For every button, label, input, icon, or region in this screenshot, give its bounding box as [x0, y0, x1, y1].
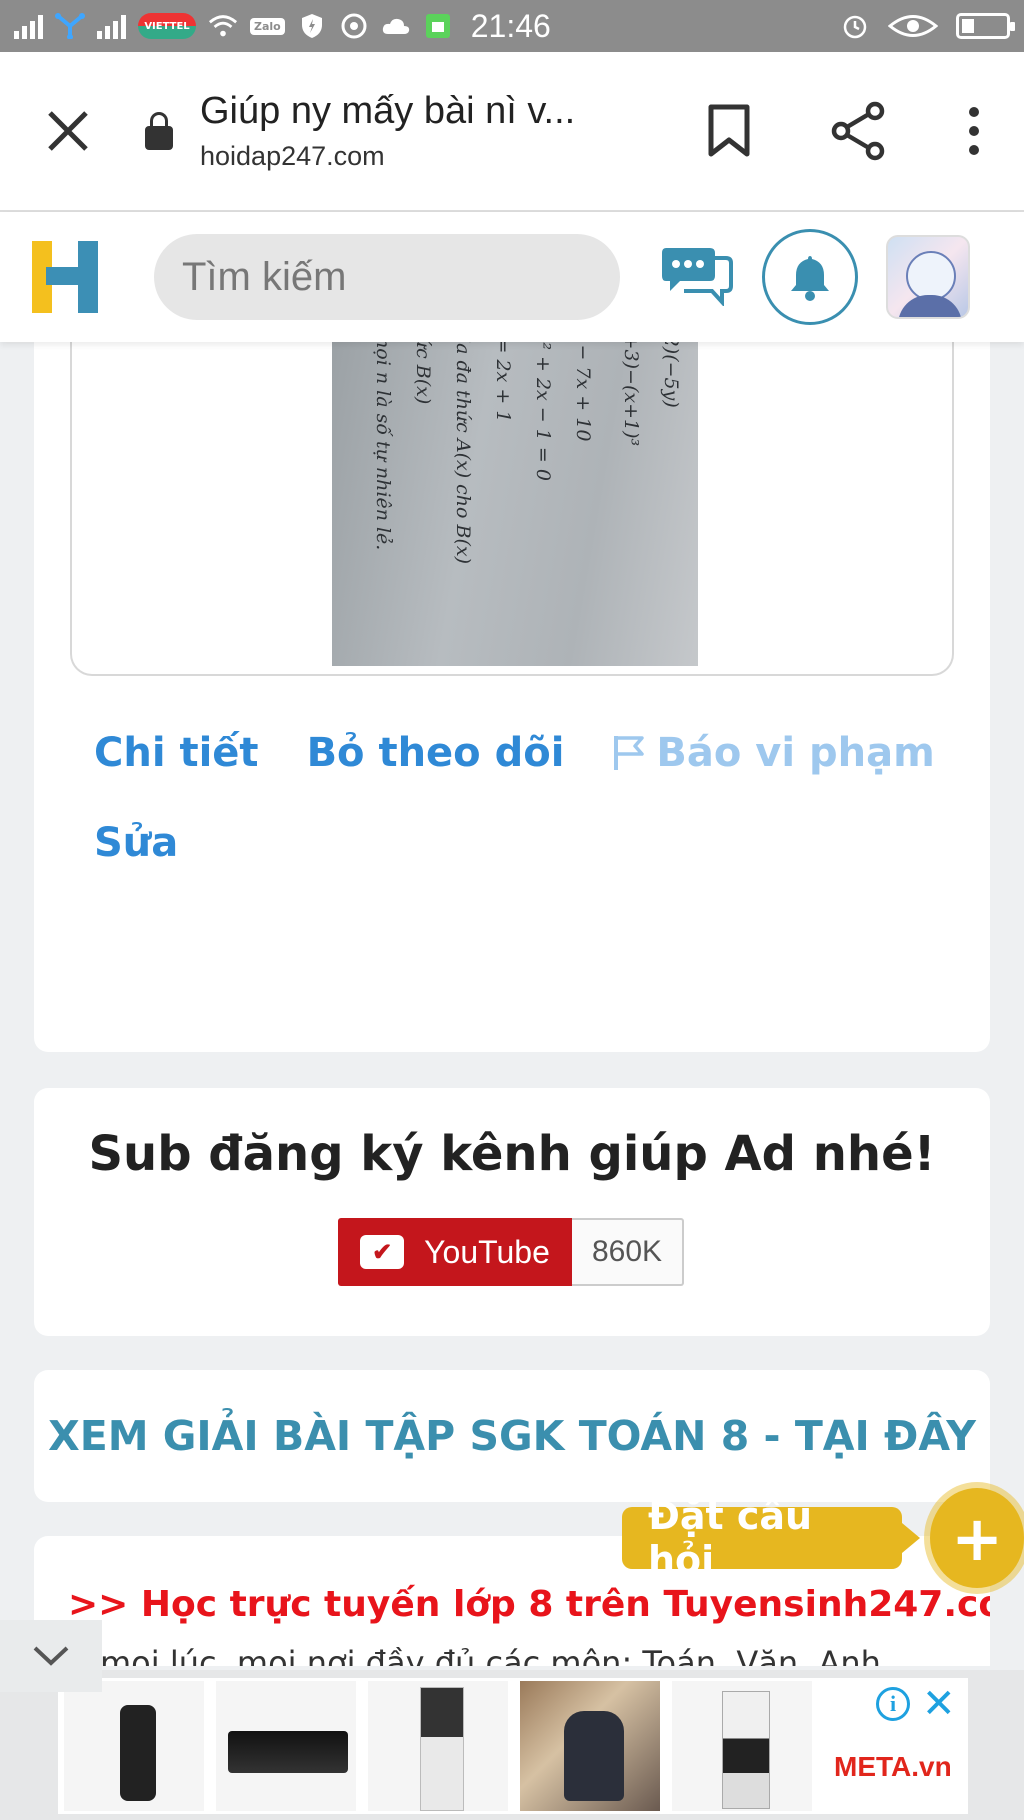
subscriber-count: 860K — [572, 1218, 684, 1286]
close-icon — [48, 111, 88, 151]
ad-close-icon[interactable]: ✕ — [922, 1681, 956, 1727]
question-card: 3x+2)(−5y) 2)(x+3)−(x+1)³ c) x² − 7x + 1… — [34, 296, 990, 1052]
page-title: Giúp ny mấy bài nì v... — [200, 90, 576, 132]
ad-product-image[interactable] — [368, 1681, 508, 1811]
signal-icon — [14, 13, 43, 39]
search-box[interactable] — [154, 234, 697, 320]
flag-icon — [614, 736, 645, 770]
battery-icon — [956, 13, 1015, 39]
page-url: hoidap247.com — [200, 141, 385, 171]
network-share-icon — [55, 13, 85, 39]
lock-icon[interactable] — [136, 112, 182, 150]
share-button[interactable] — [794, 101, 924, 161]
promo-subtext: mọi lúc, mọi nơi đầy đủ các môn: Toán, V… — [100, 1644, 881, 1666]
edit-link[interactable]: Sửa — [94, 820, 178, 866]
status-bar: VIETTEL Zalo 21:46 — [0, 0, 1024, 52]
search-input[interactable] — [182, 254, 697, 300]
share-icon — [831, 101, 885, 161]
clock-time: 21:46 — [470, 7, 551, 44]
sgk-solutions-link[interactable]: XEM GIẢI BÀI TẬP SGK TOÁN 8 - TẠI ĐÂY — [48, 1412, 976, 1460]
site-header — [0, 212, 1024, 342]
chevron-down-icon — [33, 1646, 69, 1666]
messages-button[interactable] — [660, 244, 734, 310]
ask-question-fab[interactable]: Đặt câu hỏi + — [622, 1488, 1024, 1588]
eye-comfort-icon — [888, 13, 938, 39]
zalo-icon: Zalo — [250, 17, 285, 35]
avatar[interactable] — [886, 235, 970, 319]
unfollow-link[interactable]: Bỏ theo dõi — [307, 730, 565, 776]
youtube-subscribe-button[interactable]: ✔ YouTube — [338, 1218, 572, 1286]
signal-2-icon — [97, 13, 126, 39]
subscribe-title: Sub đăng ký kênh giúp Ad nhé! — [88, 1126, 936, 1182]
youtube-label: YouTube — [424, 1233, 550, 1270]
plus-icon[interactable]: + — [930, 1488, 1024, 1588]
question-actions: Chi tiết Bỏ theo dõi Báo vi phạm Sửa — [94, 730, 954, 866]
bell-icon — [791, 256, 829, 301]
ad-info-icon[interactable]: i — [876, 1687, 910, 1721]
wifi-icon — [208, 13, 238, 39]
shield-icon — [297, 13, 327, 39]
more-menu-button[interactable] — [924, 106, 1024, 156]
bookmark-button[interactable] — [664, 104, 794, 158]
more-vertical-icon — [969, 107, 979, 155]
cloud-icon — [381, 13, 411, 39]
youtube-subscribe-widget[interactable]: ✔ YouTube 860K — [338, 1218, 684, 1286]
report-link[interactable]: Báo vi phạm — [612, 730, 935, 776]
ad-product-image[interactable] — [64, 1681, 204, 1811]
alarm-icon — [840, 13, 870, 39]
sgk-link-card: XEM GIẢI BÀI TẬP SGK TOÁN 8 - TẠI ĐÂY — [34, 1370, 990, 1502]
chat-icon — [662, 248, 733, 308]
ad-banner: i ✕ META.vn — [0, 1670, 1024, 1820]
close-tab-button[interactable] — [0, 109, 136, 153]
ad-product-image[interactable] — [216, 1681, 356, 1811]
question-image-frame: 3x+2)(−5y) 2)(x+3)−(x+1)³ c) x² − 7x + 1… — [70, 296, 954, 676]
bookmark-icon — [708, 104, 750, 157]
report-label: Báo vi phạm — [656, 730, 935, 776]
chrome-icon — [339, 13, 369, 39]
ad-brand-area: i ✕ META.vn — [824, 1681, 962, 1811]
site-logo[interactable] — [32, 241, 98, 313]
collapse-ad-button[interactable] — [0, 1620, 102, 1692]
viettel-logo: VIETTEL — [138, 13, 196, 39]
question-image[interactable]: 3x+2)(−5y) 2)(x+3)−(x+1)³ c) x² − 7x + 1… — [332, 296, 698, 666]
notifications-button[interactable] — [762, 229, 858, 325]
checkmark-icon: ✔ — [360, 1235, 405, 1269]
promo-headline[interactable]: >> Học trực tuyến lớp 8 trên Tuyensinh24… — [68, 1584, 990, 1625]
ad-product-image[interactable] — [520, 1681, 660, 1811]
ask-question-label[interactable]: Đặt câu hỏi — [622, 1494, 921, 1582]
browser-toolbar: Giúp ny mấy bài nì v... hoidap247.com — [0, 52, 1024, 212]
subscribe-card: Sub đăng ký kênh giúp Ad nhé! ✔ YouTube … — [34, 1088, 990, 1336]
android-icon — [423, 13, 453, 39]
detail-link[interactable]: Chi tiết — [94, 730, 259, 776]
ad-brand-logo[interactable]: META.vn — [834, 1751, 952, 1783]
address-bar[interactable]: Giúp ny mấy bài nì v... hoidap247.com — [182, 90, 652, 172]
ad-product-image[interactable] — [672, 1681, 812, 1811]
